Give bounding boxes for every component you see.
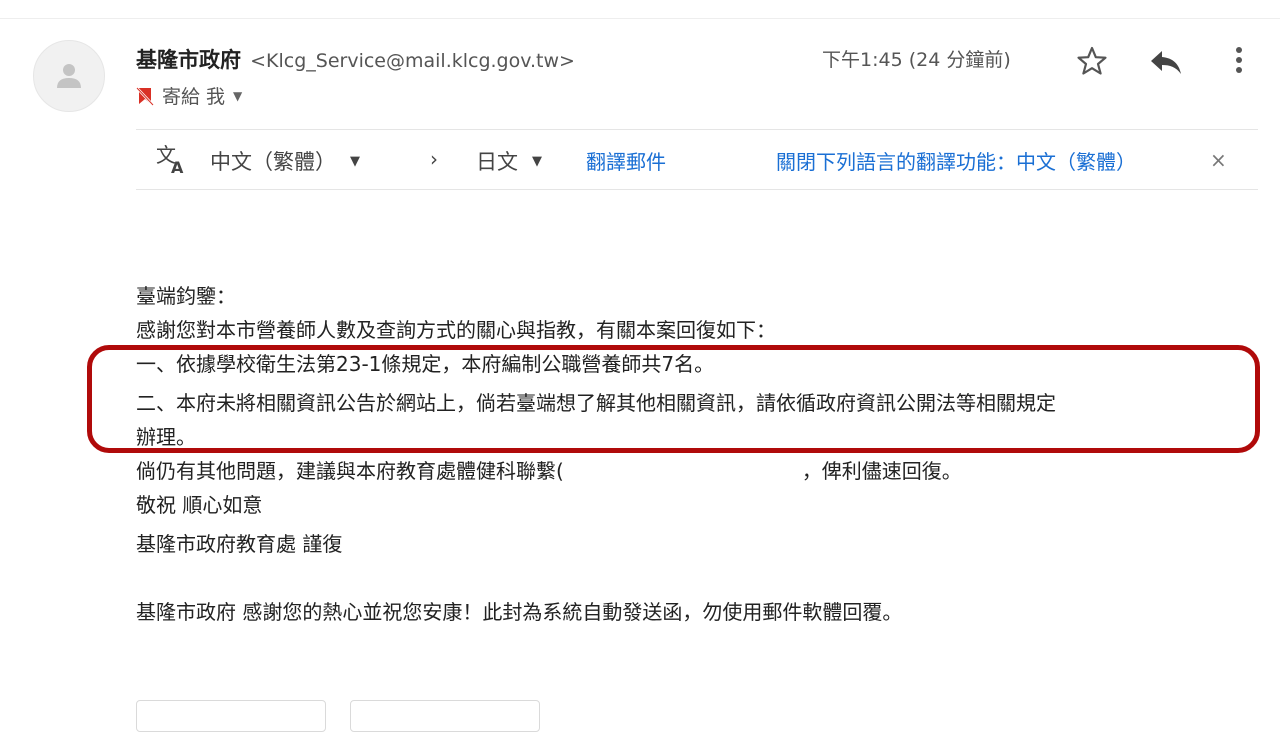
- body-line: 二、本府未將相關資訊公告於網站上，倘若臺端想了解其他相關資訊，請依循政府資訊公開…: [136, 391, 1056, 415]
- arrow-right-icon: ›: [430, 147, 438, 171]
- svg-text:A: A: [171, 158, 184, 176]
- contact-text: 倘仍有其他問題，建議與本府教育處體健科聯繫(: [136, 459, 564, 483]
- star-button[interactable]: [1074, 44, 1110, 78]
- person-icon: [57, 64, 81, 88]
- target-language-label: 日文: [476, 150, 518, 174]
- body-line: 辦理。: [136, 425, 196, 449]
- turn-off-translation-link[interactable]: 關閉下列語言的翻譯功能：中文（繁體）: [776, 146, 1136, 175]
- caret-down-icon: ▼: [532, 153, 542, 169]
- forward-action-button[interactable]: [350, 700, 540, 732]
- caret-down-icon: ▼: [350, 153, 360, 169]
- star-icon: [1077, 46, 1107, 75]
- target-language-dropdown[interactable]: 日文 ▼: [476, 146, 542, 176]
- sender-email: <Klcg_Service@mail.klcg.gov.tw>: [250, 50, 575, 72]
- footer-note: 基隆市政府 感謝您的熱心並祝您安康！此封為系統自動發送函，勿使用郵件軟體回覆。: [136, 600, 903, 624]
- reply-action-button[interactable]: [136, 700, 326, 732]
- timestamp: 下午1:45 (24 分鐘前): [822, 49, 1011, 71]
- reply-icon: [1151, 51, 1181, 74]
- top-divider: [0, 18, 1280, 19]
- close-icon[interactable]: ×: [1210, 148, 1227, 172]
- source-language-dropdown[interactable]: 中文（繁體） ▼: [210, 146, 360, 176]
- reply-button[interactable]: [1146, 44, 1186, 78]
- important-marker-icon: [136, 86, 154, 106]
- translate-bar: 文 A 中文（繁體） ▼ › 日文 ▼ 翻譯郵件 關閉下列語言的翻譯功能：中文（…: [136, 130, 1258, 189]
- body-line: 一、依據學校衛生法第23-1條規定，本府編制公職營養師共7名。: [136, 352, 715, 376]
- chevron-down-icon: ▼: [233, 88, 243, 103]
- body-line: 倘仍有其他問題，建議與本府教育處體健科聯繫( ，俾利儘速回復。: [136, 457, 962, 485]
- translate-message-link[interactable]: 翻譯郵件: [586, 146, 666, 175]
- contact-text-end: ，俾利儘速回復。: [801, 459, 962, 483]
- more-options-button[interactable]: [1226, 42, 1252, 80]
- translate-icon: 文 A: [154, 142, 190, 176]
- closing: 敬祝 順心如意: [136, 493, 263, 517]
- sender-avatar[interactable]: [33, 40, 105, 112]
- body-line: 感謝您對本市營養師人數及查詢方式的關心與指教，有關本案回復如下：: [136, 318, 776, 342]
- recipient-label: 寄給 我: [162, 86, 226, 108]
- sender-name[interactable]: 基隆市政府: [136, 48, 241, 72]
- more-vert-icon: [1236, 47, 1242, 73]
- signature: 基隆市政府教育處 謹復: [136, 532, 343, 556]
- divider: [136, 189, 1258, 190]
- salutation: 臺端鈞鑒：: [136, 284, 236, 308]
- source-language-label: 中文（繁體）: [210, 150, 336, 174]
- sender: 基隆市政府 <Klcg_Service@mail.klcg.gov.tw>: [136, 44, 575, 74]
- redacted-area: [563, 462, 802, 483]
- recipient-details-toggle[interactable]: 寄給 我 ▼: [136, 82, 242, 109]
